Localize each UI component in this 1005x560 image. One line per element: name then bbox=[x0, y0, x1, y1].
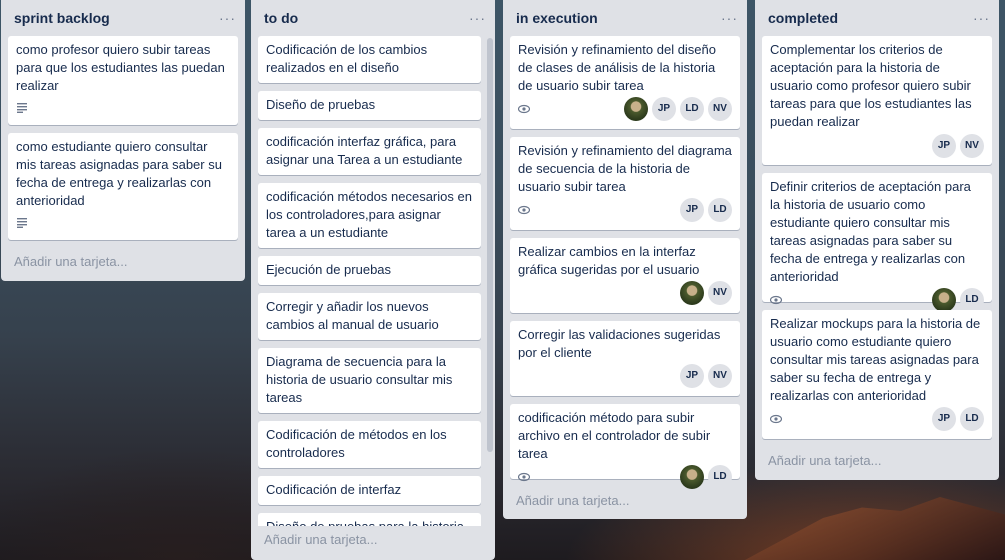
avatar-photo[interactable] bbox=[680, 281, 704, 305]
card[interactable]: Corregir las validaciones sugeridas por … bbox=[510, 321, 740, 396]
watch-eye-icon bbox=[770, 295, 782, 305]
avatar[interactable]: NV bbox=[708, 281, 732, 305]
card[interactable]: Diseño de pruebas bbox=[258, 91, 481, 120]
watch-eye-icon bbox=[518, 205, 530, 215]
avatar[interactable]: JP bbox=[932, 407, 956, 431]
card-title: Complementar los criterios de aceptación… bbox=[770, 42, 972, 129]
avatar-photo[interactable] bbox=[932, 288, 956, 312]
avatar[interactable]: LD bbox=[960, 407, 984, 431]
avatar[interactable]: JP bbox=[680, 198, 704, 222]
list-header: in execution ··· bbox=[503, 0, 747, 36]
card[interactable]: codificación método para subir archivo e… bbox=[510, 404, 740, 489]
list-in-execution: in execution ··· Revisión y refinamiento… bbox=[503, 0, 747, 519]
card-title: Codificación de métodos en los controlad… bbox=[266, 427, 447, 460]
avatar-photo[interactable] bbox=[624, 97, 648, 121]
card[interactable]: Diseño de pruebas para la historia de bbox=[258, 513, 481, 526]
card-title: como profesor quiero subir tareas para q… bbox=[16, 42, 225, 93]
card-title: Diagrama de secuencia para la historia d… bbox=[266, 354, 453, 405]
card[interactable]: Realizar mockups para la historia de usu… bbox=[762, 310, 992, 439]
avatar[interactable]: NV bbox=[960, 134, 984, 158]
list-header: to do ··· bbox=[251, 0, 495, 36]
card-title: Codificación de interfaz bbox=[266, 482, 402, 497]
card[interactable]: Definir criterios de aceptación para la … bbox=[762, 173, 992, 312]
card-title: Codificación de los cambios realizados e… bbox=[266, 42, 428, 75]
avatar[interactable]: JP bbox=[680, 364, 704, 388]
list-to-do: to do ··· Codificación de los cambios re… bbox=[251, 0, 495, 560]
list-menu-icon[interactable]: ··· bbox=[469, 10, 486, 26]
background-mountain bbox=[745, 497, 1005, 560]
avatar[interactable]: LD bbox=[680, 97, 704, 121]
avatar[interactable]: JP bbox=[932, 134, 956, 158]
card[interactable]: Codificación de métodos en los controlad… bbox=[258, 421, 481, 468]
watch-eye-icon bbox=[518, 104, 530, 114]
card[interactable]: Diagrama de secuencia para la historia d… bbox=[258, 348, 481, 413]
card-title: Realizar cambios en la interfaz gráfica … bbox=[518, 244, 700, 277]
list-completed: completed ··· Complementar los criterios… bbox=[755, 0, 999, 480]
card-title: codificación métodos necesarios en los c… bbox=[266, 189, 472, 240]
card[interactable]: como estudiante quiero consultar mis tar… bbox=[8, 133, 238, 240]
scrollbar[interactable] bbox=[487, 38, 493, 452]
card[interactable]: codificación interfaz gráfica, para asig… bbox=[258, 128, 481, 175]
list-title[interactable]: sprint backlog bbox=[14, 10, 110, 26]
list-header: completed ··· bbox=[755, 0, 999, 36]
avatar[interactable]: LD bbox=[708, 465, 732, 489]
list-menu-icon[interactable]: ··· bbox=[973, 10, 990, 26]
card-title: Corregir las validaciones sugeridas por … bbox=[518, 327, 721, 360]
add-card-button[interactable]: Añadir una tarjeta... bbox=[755, 447, 999, 478]
avatar[interactable]: LD bbox=[708, 198, 732, 222]
card-title: Corregir y añadir los nuevos cambios al … bbox=[266, 299, 439, 332]
card[interactable]: Revisión y refinamiento del diagrama de … bbox=[510, 137, 740, 230]
card[interactable]: Complementar los criterios de aceptación… bbox=[762, 36, 992, 165]
list-header: sprint backlog ··· bbox=[1, 0, 245, 36]
list-menu-icon[interactable]: ··· bbox=[721, 10, 738, 26]
card[interactable]: Codificación de interfaz bbox=[258, 476, 481, 505]
avatar[interactable]: NV bbox=[708, 364, 732, 388]
list-title[interactable]: to do bbox=[264, 10, 298, 26]
card-title: Ejecución de pruebas bbox=[266, 262, 392, 277]
card[interactable]: Corregir y añadir los nuevos cambios al … bbox=[258, 293, 481, 340]
card[interactable]: Codificación de los cambios realizados e… bbox=[258, 36, 481, 83]
card[interactable]: Revisión y refinamiento del diseño de cl… bbox=[510, 36, 740, 129]
list-title[interactable]: completed bbox=[768, 10, 838, 26]
add-card-button[interactable]: Añadir una tarjeta... bbox=[1, 248, 245, 279]
avatar-photo[interactable] bbox=[680, 465, 704, 489]
card[interactable]: codificación métodos necesarios en los c… bbox=[258, 183, 481, 248]
card-title: como estudiante quiero consultar mis tar… bbox=[16, 139, 222, 208]
card-title: Realizar mockups para la historia de usu… bbox=[770, 316, 981, 403]
list-title[interactable]: in execution bbox=[516, 10, 598, 26]
card-title: codificación interfaz gráfica, para asig… bbox=[266, 134, 463, 167]
avatar[interactable]: JP bbox=[652, 97, 676, 121]
list-sprint-backlog: sprint backlog ··· como profesor quiero … bbox=[1, 0, 245, 281]
add-card-button[interactable]: Añadir una tarjeta... bbox=[251, 526, 495, 557]
card-title: Revisión y refinamiento del diagrama de … bbox=[518, 143, 732, 194]
add-card-button[interactable]: Añadir una tarjeta... bbox=[503, 487, 747, 518]
card-title: codificación método para subir archivo e… bbox=[518, 410, 711, 461]
avatar[interactable]: LD bbox=[960, 288, 984, 312]
watch-eye-icon bbox=[770, 414, 782, 424]
description-icon bbox=[17, 218, 27, 228]
card[interactable]: como profesor quiero subir tareas para q… bbox=[8, 36, 238, 125]
description-icon bbox=[17, 103, 27, 113]
card-title: Revisión y refinamiento del diseño de cl… bbox=[518, 42, 716, 93]
card-title: Diseño de pruebas bbox=[266, 97, 376, 112]
card-title: Definir criterios de aceptación para la … bbox=[770, 179, 971, 284]
card[interactable]: Ejecución de pruebas bbox=[258, 256, 481, 285]
avatar[interactable]: NV bbox=[708, 97, 732, 121]
list-menu-icon[interactable]: ··· bbox=[219, 10, 236, 26]
card[interactable]: Realizar cambios en la interfaz gráfica … bbox=[510, 238, 740, 313]
watch-eye-icon bbox=[518, 472, 530, 482]
card-title: Diseño de pruebas para la historia de bbox=[266, 518, 473, 526]
